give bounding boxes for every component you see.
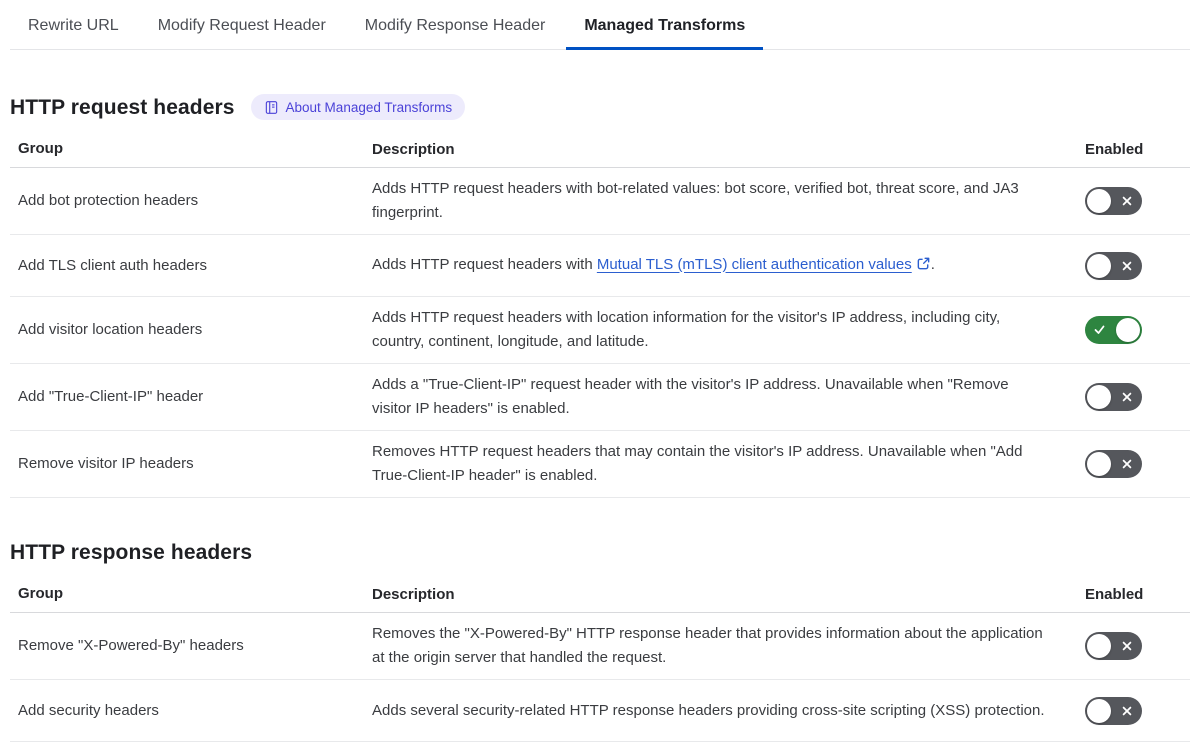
tab-modify-request-header[interactable]: Modify Request Header [140,9,344,50]
x-icon [1121,458,1133,473]
request-section-title: HTTP request headers [10,95,235,119]
row-description: Adds a "True-Client-IP" request header w… [372,376,1009,417]
book-icon [264,100,279,115]
row-description: Removes the "X-Powered-By" HTTP response… [372,625,1043,666]
enabled-toggle[interactable] [1085,187,1142,215]
row-description: Removes HTTP request headers that may co… [372,443,1023,484]
row-description: Adds several security-related HTTP respo… [372,701,1045,719]
group-name: Add bot protection headers [18,192,199,209]
toggle-knob [1087,634,1111,658]
about-managed-transforms-badge[interactable]: About Managed Transforms [250,94,466,120]
enabled-toggle[interactable] [1085,316,1142,344]
column-header-description: Description [372,585,455,603]
toggle-knob [1116,318,1140,342]
group-name: Add "True-Client-IP" header [18,388,204,405]
x-icon [1121,640,1133,655]
column-header-group: Group [18,140,63,157]
row-description: Adds HTTP request headers with bot-relat… [372,180,1019,221]
request-table-header: Group Description Enabled [10,120,1190,168]
enabled-toggle[interactable] [1085,450,1142,478]
group-name: Remove "X-Powered-By" headers [18,637,244,654]
toggle-knob [1087,189,1111,213]
response-section-title: HTTP response headers [10,541,253,564]
response-headers-table: Group Description Enabled Remove "X-Powe… [10,565,1190,742]
mtls-docs-link[interactable]: Mutual TLS (mTLS) client authentication … [597,256,931,273]
x-icon [1121,195,1133,210]
row-description: Adds HTTP request headers with Mutual TL… [372,253,1067,279]
enabled-toggle[interactable] [1085,696,1142,725]
column-header-enabled: Enabled [1085,140,1144,158]
tab-bar: Rewrite URL Modify Request Header Modify… [10,0,1190,50]
table-row: Remove visitor IP headers Removes HTTP r… [10,431,1190,498]
toggle-knob [1087,452,1111,476]
column-header-group: Group [18,585,63,602]
enabled-toggle[interactable] [1085,632,1142,660]
column-header-description: Description [372,140,455,158]
tab-rewrite-url[interactable]: Rewrite URL [10,9,137,50]
toggle-knob [1087,253,1111,278]
x-icon [1121,705,1133,720]
external-link-icon [916,255,931,279]
table-row: Add visitor location headers Adds HTTP r… [10,297,1190,364]
badge-label: About Managed Transforms [285,99,453,115]
table-row: Add bot protection headers Adds HTTP req… [10,168,1190,235]
response-section-header: HTTP response headers [10,540,1190,565]
tab-managed-transforms[interactable]: Managed Transforms [566,9,764,50]
request-headers-table: Group Description Enabled Add bot protec… [10,120,1190,498]
group-name: Remove visitor IP headers [18,455,194,472]
x-icon [1121,260,1133,275]
group-name: Add visitor location headers [18,321,203,338]
toggle-knob [1087,385,1111,409]
table-row: Remove "X-Powered-By" headers Removes th… [10,613,1190,680]
column-header-enabled: Enabled [1085,585,1144,603]
table-row: Add security headers Adds several securi… [10,680,1190,742]
check-icon [1093,323,1106,339]
managed-transforms-panel: HTTP request headers About Managed Trans… [10,94,1190,742]
toggle-knob [1087,698,1111,723]
group-name: Add security headers [18,701,159,719]
row-description: Adds HTTP request headers with location … [372,309,1001,350]
table-row: Add "True-Client-IP" header Adds a "True… [10,364,1190,431]
tab-modify-response-header[interactable]: Modify Response Header [347,9,564,50]
x-icon [1121,391,1133,406]
enabled-toggle[interactable] [1085,251,1142,280]
enabled-toggle[interactable] [1085,383,1142,411]
request-section-header: HTTP request headers About Managed Trans… [10,94,1190,120]
description-text: Adds HTTP request headers with [372,255,597,273]
description-text: . [930,255,935,273]
response-table-header: Group Description Enabled [10,565,1190,613]
group-name: Add TLS client auth headers [18,256,208,274]
table-row: Add TLS client auth headers Adds HTTP re… [10,235,1190,297]
